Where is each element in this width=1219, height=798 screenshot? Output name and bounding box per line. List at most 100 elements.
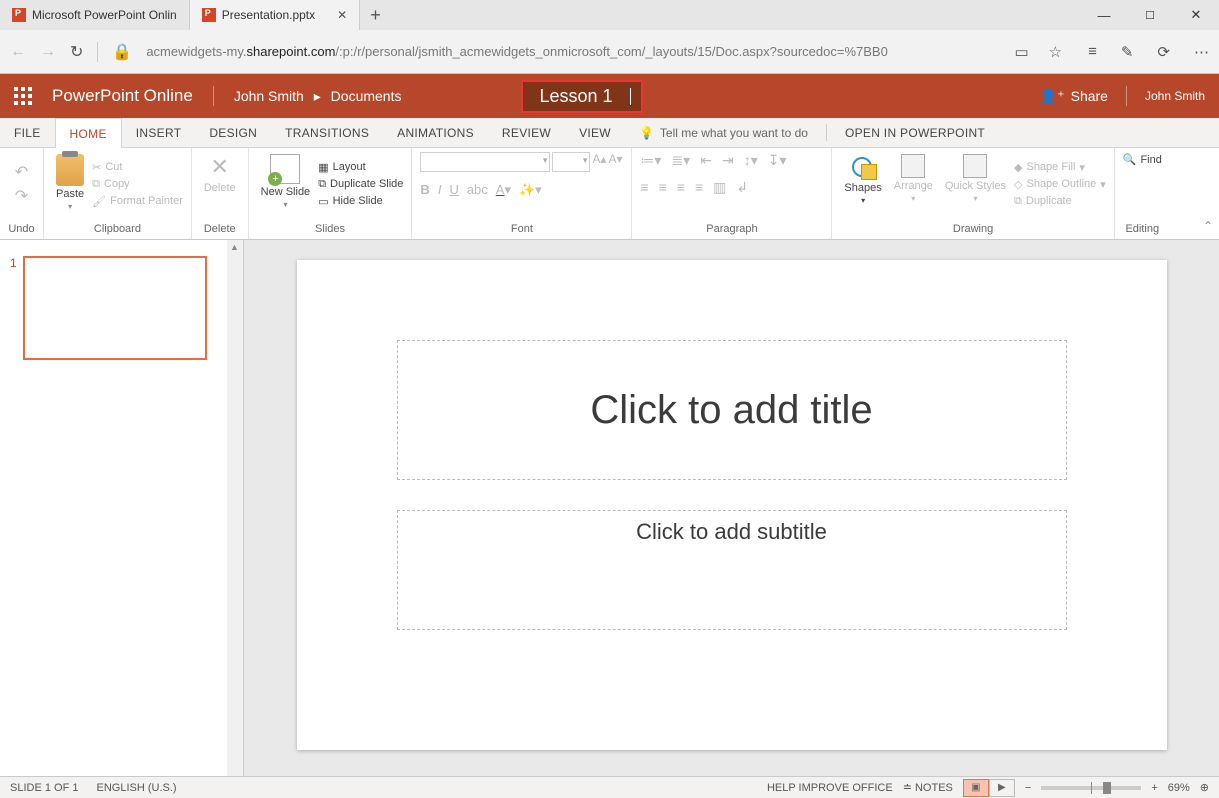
rtl-button[interactable]: ↲ [736,179,748,196]
indent-button[interactable]: ⇥ [722,152,734,169]
browser-tab-active[interactable]: Presentation.pptx ✕ [190,0,360,30]
hide-label: Hide Slide [333,195,383,207]
filename-input[interactable]: Lesson 1 [521,80,642,113]
bold-button[interactable]: B [420,182,429,198]
layout-button[interactable]: ▦Layout [318,161,403,174]
zoom-out-button[interactable]: − [1025,782,1031,794]
undo-button[interactable]: ↶ [15,162,28,182]
outdent-button[interactable]: ⇤ [700,152,712,169]
align-right-button[interactable]: ≡ [677,179,685,196]
slide-canvas[interactable]: Click to add title Click to add subtitle [297,260,1167,750]
shape-fill-button[interactable]: ◆Shape Fill ▾ [1014,161,1106,174]
zoom-level[interactable]: 69% [1168,782,1190,794]
maximize-button[interactable]: ☐ [1127,0,1173,30]
back-button[interactable]: ← [10,43,26,61]
forward-button[interactable]: → [40,43,56,61]
columns-button[interactable]: ▥ [713,179,726,196]
bullets-button[interactable]: ≔▾ [640,152,661,169]
slideshow-view-button[interactable]: ▶ [989,779,1015,797]
notes-icon[interactable]: ✎ [1121,43,1134,61]
highlight-button[interactable]: ✨▾ [519,182,542,198]
numbering-button[interactable]: ≣▾ [671,152,690,169]
new-tab-button[interactable]: + [360,5,391,26]
text-direction-button[interactable]: ↧▾ [768,152,787,169]
help-improve-link[interactable]: HELP IMPROVE OFFICE [767,782,893,794]
hub-icon[interactable]: ≡ [1088,43,1097,61]
duplicate-slide-button[interactable]: ⧉Duplicate Slide [318,178,403,191]
underline-button[interactable]: U [449,182,458,198]
tell-me-input[interactable]: 💡 Tell me what you want to do [625,118,822,147]
font-size-select[interactable] [552,152,590,172]
zoom-in-button[interactable]: + [1151,782,1157,794]
zoom-thumb[interactable] [1103,782,1111,794]
font-family-select[interactable] [420,152,550,172]
grow-font-button[interactable]: A▴ [592,152,606,172]
redo-button[interactable]: ↷ [15,186,28,206]
tab-file[interactable]: FILE [0,118,55,147]
close-icon[interactable]: ✕ [337,8,347,22]
open-in-powerpoint[interactable]: OPEN IN POWERPOINT [831,118,999,147]
italic-button[interactable]: I [438,182,442,198]
shapes-label: Shapes [844,182,881,194]
breadcrumb-user[interactable]: John Smith [234,88,304,104]
justify-button[interactable]: ≡ [695,179,703,196]
slide-thumbnail[interactable] [23,256,207,360]
favorites-icon[interactable]: ☆ [1049,43,1062,61]
tab-insert[interactable]: INSERT [122,118,196,147]
tab-review[interactable]: REVIEW [488,118,565,147]
new-slide-button[interactable]: New Slide ▾ [257,152,315,211]
url-field[interactable]: acmewidgets-my.sharepoint.com/:p:/r/pers… [146,44,994,59]
reading-view-icon[interactable]: ▭ [1014,43,1028,61]
align-center-button[interactable]: ≡ [659,179,667,196]
refresh-button[interactable]: ↻ [70,42,83,62]
subtitle-placeholder[interactable]: Click to add subtitle [397,510,1067,630]
shape-outline-button[interactable]: ◇Shape Outline ▾ [1014,178,1106,191]
scroll-up-icon[interactable]: ▲ [230,242,239,252]
line-spacing-button[interactable]: ↕▾ [744,152,758,169]
scrollbar[interactable]: ▲ [227,240,243,776]
app-launcher-icon[interactable] [14,87,32,105]
tab-view[interactable]: VIEW [565,118,625,147]
shrink-font-button[interactable]: A▾ [608,152,622,172]
notes-button[interactable]: ≐ NOTES [903,781,953,794]
format-painter-button[interactable]: 🖌Format Painter [92,195,183,208]
share-browser-icon[interactable]: ⟳ [1157,43,1170,61]
arrange-button[interactable]: Arrange▾ [890,152,937,205]
language[interactable]: ENGLISH (U.S.) [96,782,176,794]
paste-button[interactable]: Paste ▾ [52,152,88,213]
fit-button[interactable]: ⊕ [1200,781,1209,794]
address-bar: ← → ↻ 🔒 acmewidgets-my.sharepoint.com/:p… [0,30,1219,74]
breadcrumb-folder[interactable]: Documents [331,88,402,104]
quick-label: Quick Styles [945,180,1006,192]
divider [1126,86,1127,106]
hide-slide-button[interactable]: ▭Hide Slide [318,195,403,208]
more-icon[interactable]: ⋯ [1194,43,1209,61]
slide-count[interactable]: SLIDE 1 OF 1 [10,782,78,794]
zoom-slider[interactable] [1041,786,1141,790]
minimize-button[interactable]: — [1081,0,1127,30]
find-button[interactable]: 🔍Find [1123,152,1162,167]
title-placeholder[interactable]: Click to add title [397,340,1067,480]
share-button[interactable]: 👤⁺ Share [1040,88,1108,105]
browser-tab[interactable]: Microsoft PowerPoint Onlin [0,0,190,30]
shapes-button[interactable]: Shapes▾ [840,152,885,207]
delete-button[interactable]: ✕ Delete [200,152,240,196]
slide-thumb-item[interactable]: 1 [0,240,243,376]
font-color-button[interactable]: A▾ [496,182,511,198]
align-left-button[interactable]: ≡ [640,179,648,196]
duplicate-shape-button[interactable]: ⧉Duplicate [1014,195,1106,208]
quick-styles-button[interactable]: Quick Styles▾ [941,152,1010,205]
tab-design[interactable]: DESIGN [195,118,271,147]
group-label: Paragraph [640,221,823,237]
close-window-button[interactable]: ✕ [1173,0,1219,30]
chevron-down-icon: ▾ [911,194,915,203]
account-name[interactable]: John Smith [1145,89,1205,103]
tab-transitions[interactable]: TRANSITIONS [271,118,383,147]
copy-button[interactable]: ⧉Copy [92,178,183,191]
cut-button[interactable]: ✂Cut [92,161,183,174]
tab-animations[interactable]: ANIMATIONS [383,118,488,147]
normal-view-button[interactable]: ▣ [963,779,989,797]
tab-home[interactable]: HOME [55,118,122,148]
strike-button[interactable]: abc [467,182,488,198]
collapse-ribbon-icon[interactable]: ⌃ [1203,219,1213,233]
